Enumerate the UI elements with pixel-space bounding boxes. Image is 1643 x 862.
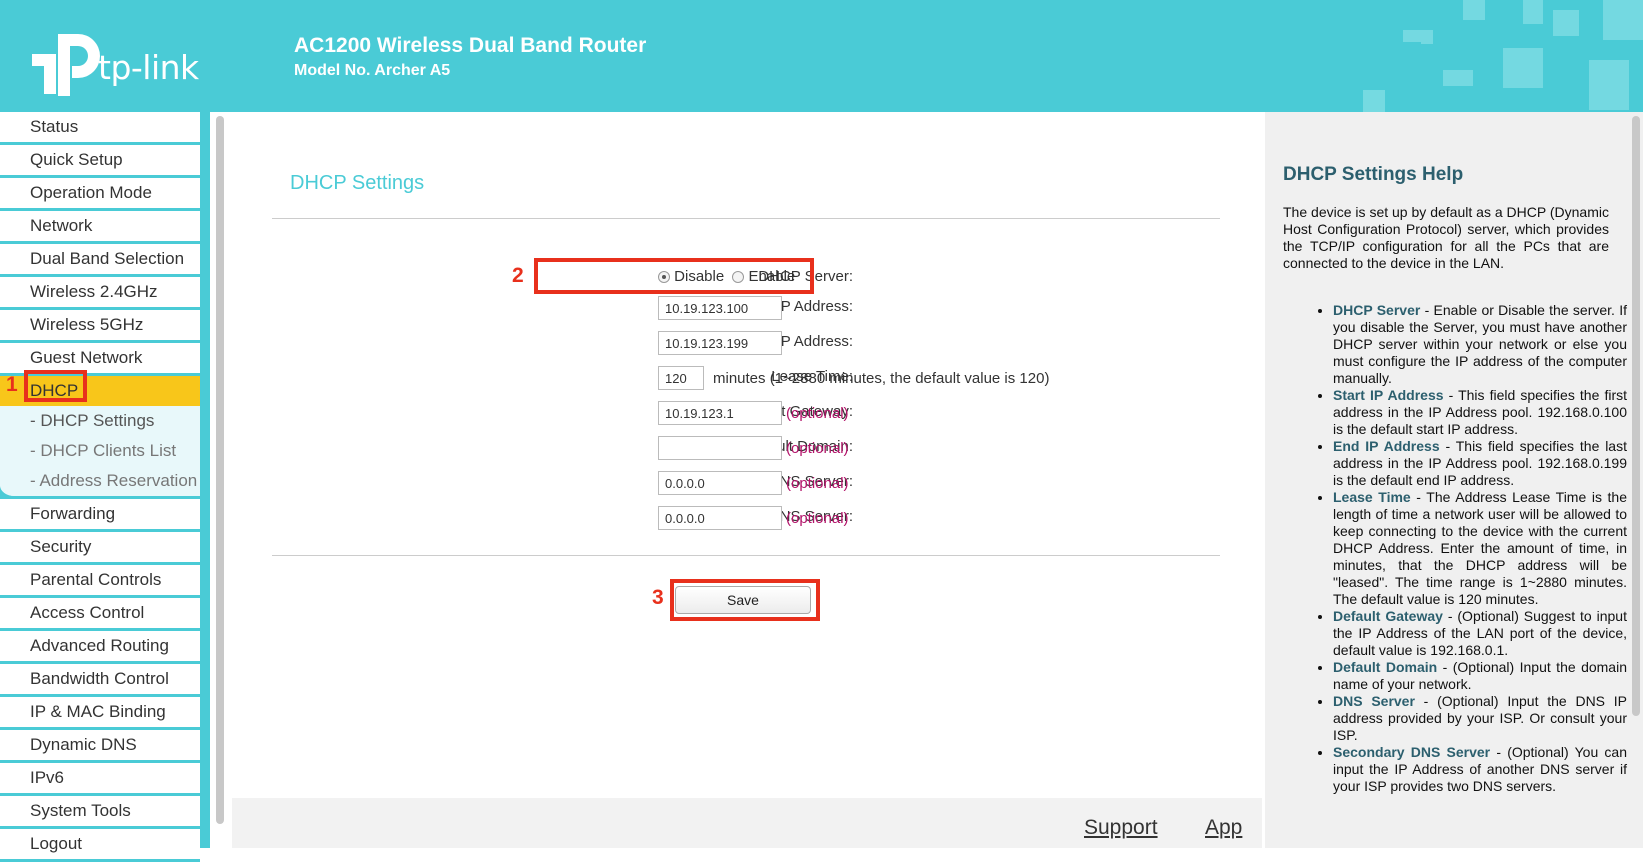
help-item: Lease Time - The Address Lease Time is t…: [1333, 489, 1627, 608]
annotation-box-3: [670, 579, 820, 621]
sidebar: Status Quick Setup Operation Mode Networ…: [0, 112, 210, 862]
help-list: DHCP Server - Enable or Disable the serv…: [1315, 302, 1627, 795]
page-title: DHCP Settings: [290, 172, 425, 194]
help-intro: The device is set up by default as a DHC…: [1283, 204, 1609, 271]
help-item: Start IP Address - This field specifies …: [1333, 387, 1627, 438]
help-term: End IP Address: [1333, 438, 1440, 454]
nav-forwarding[interactable]: Forwarding: [0, 499, 200, 532]
nav-dhcp-settings[interactable]: - DHCP Settings: [0, 406, 200, 436]
nav-access-control[interactable]: Access Control: [0, 598, 200, 631]
help-text: - The Address Lease Time is the length o…: [1333, 489, 1628, 607]
domain-optional: (optional): [786, 440, 849, 457]
help-item: End IP Address - This field specifies th…: [1333, 438, 1627, 489]
secondary-dns-input[interactable]: [658, 506, 782, 530]
help-term: Lease Time: [1333, 489, 1411, 505]
help-term: Start IP Address: [1333, 387, 1444, 403]
help-title: DHCP Settings Help: [1283, 164, 1464, 185]
help-item: DNS Server - (Optional) Input the DNS IP…: [1333, 693, 1627, 744]
nav-bandwidth-control[interactable]: Bandwidth Control: [0, 664, 200, 697]
nav-wireless-24ghz[interactable]: Wireless 2.4GHz: [0, 277, 200, 310]
footer: Support App: [232, 798, 1262, 848]
nav-security[interactable]: Security: [0, 532, 200, 565]
help-item: DHCP Server - Enable or Disable the serv…: [1333, 302, 1627, 387]
support-link[interactable]: Support: [1084, 816, 1158, 840]
nav-advanced-routing[interactable]: Advanced Routing: [0, 631, 200, 664]
help-panel: DHCP Settings Help The device is set up …: [1265, 112, 1643, 848]
nav-address-reservation[interactable]: - Address Reservation: [0, 466, 200, 496]
help-item: Default Domain - (Optional) Input the do…: [1333, 659, 1627, 693]
model-number: Model No. Archer A5: [294, 62, 451, 79]
help-item: Secondary DNS Server - (Optional) You ca…: [1333, 744, 1627, 795]
router-title: AC1200 Wireless Dual Band Router: [294, 34, 647, 57]
sidebar-scroll-thumb[interactable]: [216, 116, 224, 824]
nav-ipv6[interactable]: IPv6: [0, 763, 200, 796]
nav-wireless-5ghz[interactable]: Wireless 5GHz: [0, 310, 200, 343]
help-item: Default Gateway - (Optional) Suggest to …: [1333, 608, 1627, 659]
nav-quick-setup[interactable]: Quick Setup: [0, 145, 200, 178]
nav-ip-mac-binding[interactable]: IP & MAC Binding: [0, 697, 200, 730]
annotation-number-1: 1: [6, 373, 18, 396]
divider-bottom: [272, 555, 1220, 556]
default-gateway-input[interactable]: [658, 401, 782, 425]
help-term: Secondary DNS Server: [1333, 744, 1491, 760]
help-term: Default Gateway: [1333, 608, 1443, 624]
annotation-number-2: 2: [512, 264, 524, 287]
lease-time-input[interactable]: [658, 366, 704, 390]
help-term: Default Domain: [1333, 659, 1438, 675]
secondary-dns-optional: (optional): [786, 510, 849, 527]
header: tp-link AC1200 Wireless Dual Band Router…: [0, 0, 1643, 112]
app-link[interactable]: App: [1205, 816, 1242, 840]
nav-network[interactable]: Network: [0, 211, 200, 244]
header-decoration: [1363, 0, 1643, 112]
help-scroll-thumb[interactable]: [1632, 116, 1640, 716]
divider-top: [272, 218, 1220, 219]
help-term: DHCP Server: [1333, 302, 1421, 318]
nav-dual-band-selection[interactable]: Dual Band Selection: [0, 244, 200, 277]
nav-list: Status Quick Setup Operation Mode Networ…: [0, 112, 200, 862]
gateway-optional: (optional): [786, 405, 849, 422]
default-domain-input[interactable]: [658, 436, 782, 460]
dns-optional: (optional): [786, 475, 849, 492]
nav-dhcp-clients-list[interactable]: - DHCP Clients List: [0, 436, 200, 466]
main-content: DHCP Settings DHCP Server: Disable Enabl…: [228, 112, 1263, 848]
annotation-box-1: [24, 370, 87, 402]
annotation-number-3: 3: [652, 586, 664, 609]
brand-name: tp-link: [98, 48, 199, 87]
help-term: DNS Server: [1333, 693, 1415, 709]
nav-logout[interactable]: Logout: [0, 829, 200, 862]
nav-status[interactable]: Status: [0, 112, 200, 145]
annotation-box-2: [534, 258, 814, 294]
nav-operation-mode[interactable]: Operation Mode: [0, 178, 200, 211]
end-ip-input[interactable]: [658, 331, 782, 355]
lease-time-hint: minutes (1~2880 minutes, the default val…: [713, 370, 1050, 387]
dns-server-input[interactable]: [658, 471, 782, 495]
start-ip-input[interactable]: [658, 296, 782, 320]
nav-dynamic-dns[interactable]: Dynamic DNS: [0, 730, 200, 763]
nav-system-tools[interactable]: System Tools: [0, 796, 200, 829]
nav-parental-controls[interactable]: Parental Controls: [0, 565, 200, 598]
